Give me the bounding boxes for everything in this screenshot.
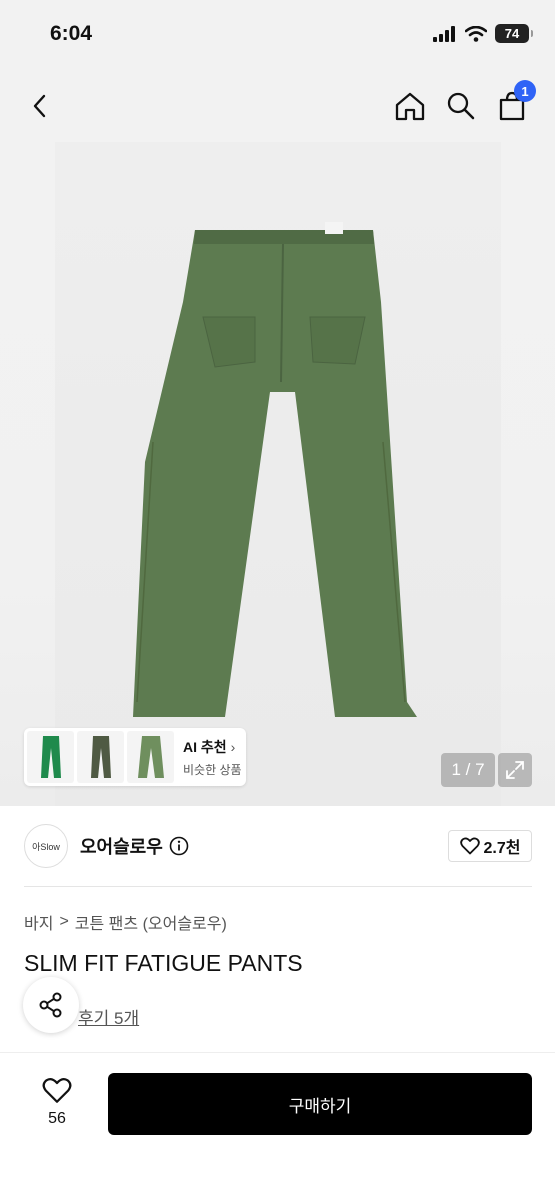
ai-card-subtitle: 비슷한 상품: [183, 762, 242, 777]
search-icon: [447, 92, 475, 120]
review-link[interactable]: 후기 5개: [78, 1004, 139, 1029]
pants-thumbnail-icon: [90, 736, 111, 778]
buy-button[interactable]: 구매하기: [108, 1073, 532, 1135]
ai-recommendation-card[interactable]: AI 추천 › 비슷한 상품: [24, 728, 246, 786]
top-nav: 1: [0, 70, 555, 140]
ai-card-title: AI 추천 ›: [183, 737, 242, 757]
battery-icon: 74: [495, 24, 533, 43]
pants-illustration: [133, 222, 417, 717]
pants-thumbnail-icon: [40, 736, 61, 778]
status-time: 6:04: [50, 22, 93, 45]
store-row[interactable]: 아Slow 오어슬로우 2.7천: [24, 822, 532, 870]
store-like-count: 2.7천: [483, 840, 521, 857]
chevron-right-icon: ›: [230, 738, 236, 755]
store-like-button[interactable]: 2.7천: [448, 830, 532, 862]
wifi-icon: [465, 25, 487, 42]
share-button[interactable]: [23, 977, 79, 1033]
status-icons: 74: [433, 24, 533, 43]
search-button[interactable]: [441, 86, 481, 126]
pants-thumbnail-icon: [137, 736, 164, 778]
image-counter: 1 / 7: [441, 753, 495, 787]
wish-count: 56: [48, 1110, 66, 1127]
chevron-left-icon: [33, 94, 46, 118]
wish-button[interactable]: 56: [30, 1077, 84, 1128]
store-name[interactable]: 오어슬로우: [80, 833, 163, 859]
battery-level: 74: [504, 26, 520, 41]
divider: [24, 886, 532, 887]
share-icon: [39, 992, 62, 1018]
buy-button-label: 구매하기: [288, 1096, 352, 1116]
store-logo[interactable]: 아Slow: [24, 824, 68, 868]
breadcrumb-separator: >: [59, 913, 69, 930]
expand-icon: [506, 761, 524, 779]
back-button[interactable]: [20, 86, 60, 126]
cart-count-badge: 1: [514, 80, 536, 102]
cart-button[interactable]: 1: [492, 80, 536, 126]
store-logo-text: 아Slow: [32, 841, 60, 852]
breadcrumb-subcategory[interactable]: 코튼 팬츠 (오어슬로우): [75, 910, 227, 934]
breadcrumb-category[interactable]: 바지: [24, 910, 53, 934]
info-icon[interactable]: [169, 836, 189, 856]
ai-card-text: AI 추천 › 비슷한 상품: [183, 737, 242, 778]
ai-thumbnail-3[interactable]: [127, 731, 174, 783]
ai-thumbnail-2[interactable]: [77, 731, 124, 783]
product-image[interactable]: [55, 142, 501, 806]
home-icon: [395, 92, 425, 121]
ai-thumbnail-1[interactable]: [27, 731, 74, 783]
breadcrumb: 바지 > 코튼 팬츠 (오어슬로우): [24, 910, 227, 934]
signal-icon: [433, 25, 455, 42]
ai-card-title-text: AI 추천: [183, 738, 227, 755]
heart-icon: [42, 1078, 72, 1103]
status-bar: 6:04 74: [0, 0, 555, 70]
expand-button[interactable]: [498, 753, 532, 787]
home-button[interactable]: [390, 86, 430, 126]
bottom-action-bar: 56 구매하기: [0, 1052, 555, 1200]
product-title: SLIM FIT FATIGUE PANTS: [24, 950, 303, 976]
heart-icon: [459, 837, 480, 855]
